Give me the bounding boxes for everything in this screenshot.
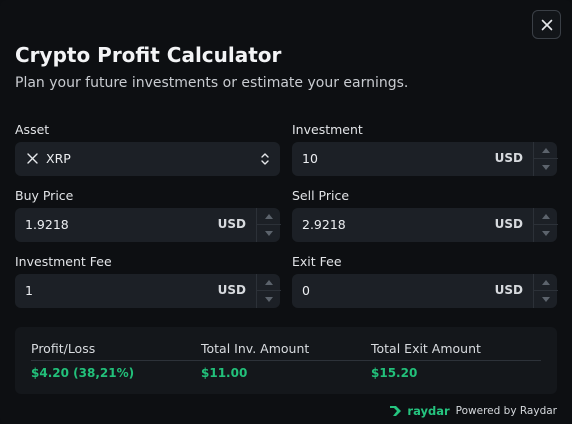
sell-price-field[interactable]: 2.9218 USD bbox=[292, 208, 558, 242]
total-exit-label: Total Exit Amount bbox=[371, 341, 481, 356]
investment-fee-unit: USD bbox=[217, 283, 246, 297]
investment-unit: USD bbox=[494, 151, 523, 165]
investment-stepper bbox=[533, 142, 558, 176]
total-exit-value: $15.20 bbox=[371, 366, 418, 380]
xrp-icon bbox=[27, 153, 38, 164]
buy-price-stepper bbox=[256, 208, 281, 242]
caret-down-icon bbox=[265, 231, 273, 236]
buy-price-unit: USD bbox=[217, 217, 246, 231]
footer: raydar Powered by Raydar bbox=[389, 404, 557, 418]
page-subtitle: Plan your future investments or estimate… bbox=[15, 75, 409, 91]
sell-price-label: Sell Price bbox=[292, 188, 350, 203]
caret-up-icon bbox=[542, 213, 550, 219]
results-panel: Profit/Loss Total Inv. Amount Total Exit… bbox=[15, 327, 557, 394]
caret-up-icon bbox=[265, 279, 273, 285]
asset-value: XRP bbox=[46, 151, 71, 166]
investment-label: Investment bbox=[292, 122, 363, 137]
increment-button[interactable] bbox=[534, 208, 558, 225]
exit-fee-field[interactable]: 0 USD bbox=[292, 274, 558, 308]
increment-button[interactable] bbox=[257, 208, 281, 225]
increment-button[interactable] bbox=[534, 274, 558, 291]
decrement-button[interactable] bbox=[257, 291, 281, 308]
exit-fee-value[interactable]: 0 bbox=[302, 283, 310, 298]
brand-name: raydar bbox=[407, 404, 450, 418]
exit-fee-label: Exit Fee bbox=[292, 254, 342, 269]
exit-fee-unit: USD bbox=[494, 283, 523, 297]
chevron-up-down-icon bbox=[261, 153, 269, 165]
increment-button[interactable] bbox=[534, 142, 558, 159]
investment-field[interactable]: 10 USD bbox=[292, 142, 558, 176]
investment-fee-label: Investment Fee bbox=[15, 254, 112, 269]
asset-select[interactable]: XRP bbox=[15, 142, 280, 176]
caret-down-icon bbox=[542, 297, 550, 302]
decrement-button[interactable] bbox=[534, 225, 558, 242]
total-inv-label: Total Inv. Amount bbox=[201, 341, 310, 356]
results-divider bbox=[31, 360, 541, 361]
close-icon bbox=[541, 19, 552, 30]
sell-price-value[interactable]: 2.9218 bbox=[302, 217, 346, 232]
buy-price-value[interactable]: 1.9218 bbox=[25, 217, 69, 232]
exit-fee-stepper bbox=[533, 274, 558, 308]
profit-loss-label: Profit/Loss bbox=[31, 341, 96, 356]
raydar-icon bbox=[390, 406, 402, 416]
decrement-button[interactable] bbox=[257, 225, 281, 242]
investment-fee-value[interactable]: 1 bbox=[25, 283, 33, 298]
investment-fee-stepper bbox=[256, 274, 281, 308]
profit-calculator-modal: Crypto Profit Calculator Plan your futur… bbox=[0, 0, 572, 424]
investment-value[interactable]: 10 bbox=[302, 151, 318, 166]
caret-up-icon bbox=[542, 279, 550, 285]
powered-by-text: Powered by Raydar bbox=[455, 405, 557, 417]
caret-down-icon bbox=[542, 165, 550, 170]
sell-price-unit: USD bbox=[494, 217, 523, 231]
raydar-logo[interactable]: raydar bbox=[389, 404, 450, 418]
caret-up-icon bbox=[265, 213, 273, 219]
caret-down-icon bbox=[265, 297, 273, 302]
profit-loss-value: $4.20 (38,21%) bbox=[31, 366, 135, 380]
investment-fee-field[interactable]: 1 USD bbox=[15, 274, 281, 308]
caret-up-icon bbox=[542, 147, 550, 153]
caret-down-icon bbox=[542, 231, 550, 236]
asset-label: Asset bbox=[15, 122, 50, 137]
total-inv-value: $11.00 bbox=[201, 366, 248, 380]
page-title: Crypto Profit Calculator bbox=[15, 43, 282, 67]
decrement-button[interactable] bbox=[534, 159, 558, 176]
buy-price-field[interactable]: 1.9218 USD bbox=[15, 208, 281, 242]
increment-button[interactable] bbox=[257, 274, 281, 291]
close-button[interactable] bbox=[532, 10, 561, 39]
decrement-button[interactable] bbox=[534, 291, 558, 308]
buy-price-label: Buy Price bbox=[15, 188, 74, 203]
sell-price-stepper bbox=[533, 208, 558, 242]
